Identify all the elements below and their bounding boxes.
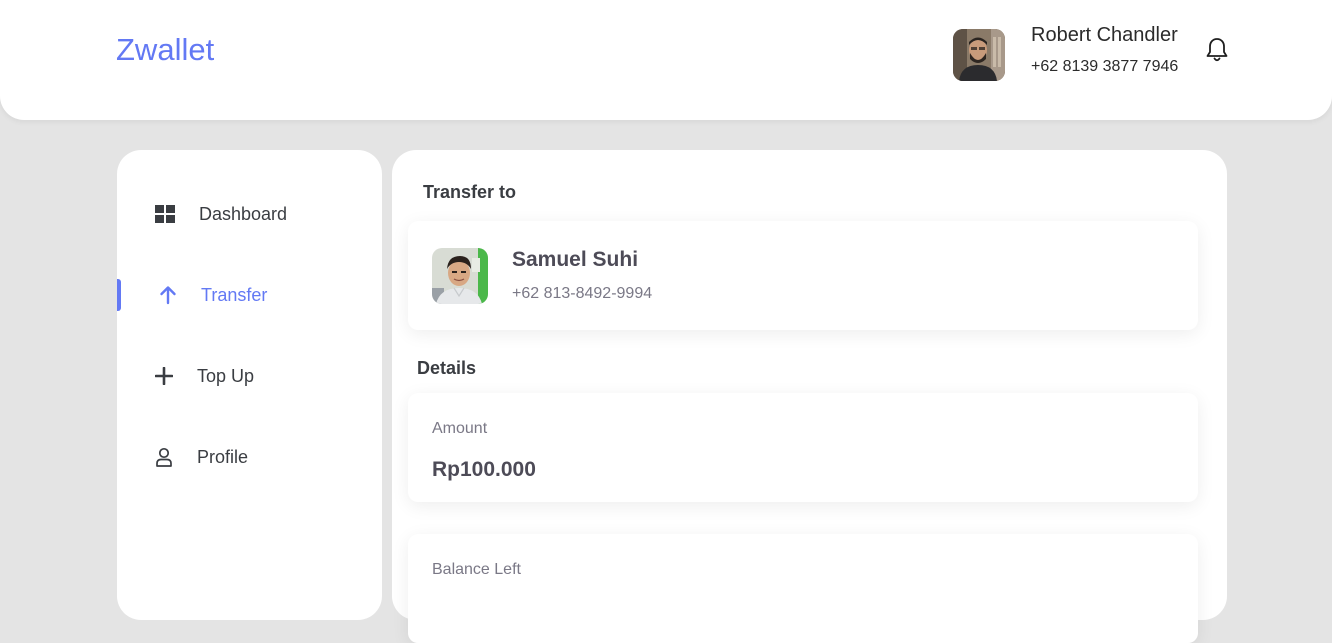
recipient-avatar-image	[432, 248, 488, 304]
plus-icon	[152, 364, 176, 388]
sidebar-item-label: Dashboard	[199, 203, 288, 224]
arrow-up-icon	[156, 283, 180, 307]
sidebar-item-profile[interactable]: Profile	[117, 437, 382, 477]
user-avatar[interactable]	[953, 29, 1005, 81]
balance-left-label: Balance Left	[432, 561, 521, 578]
sidebar-item-label: Top Up	[197, 365, 255, 386]
user-name: Robert Chandler	[1031, 24, 1178, 46]
active-indicator	[117, 279, 121, 311]
amount-label: Amount	[432, 420, 488, 437]
recipient-avatar	[432, 248, 488, 304]
dashboard-grid-icon	[153, 202, 177, 226]
amount-card: Amount Rp100.000	[408, 393, 1198, 502]
sidebar-item-label: Transfer	[201, 284, 268, 305]
bell-icon[interactable]	[1204, 36, 1230, 64]
details-heading: Details	[417, 358, 477, 378]
sidebar-item-label: Profile	[197, 446, 249, 467]
top-header: Zwallet Robert Chandler +62 8139 3877 79…	[0, 0, 1332, 120]
brand-logo[interactable]: Zwallet	[116, 32, 214, 68]
sidebar-item-dashboard[interactable]: Dashboard	[117, 194, 382, 234]
user-icon	[152, 445, 176, 469]
user-avatar-image	[953, 29, 1005, 81]
sidebar-item-top-up[interactable]: Top Up	[117, 356, 382, 396]
sidebar: Dashboard Transfer Top Up Profile	[117, 150, 382, 620]
user-phone: +62 8139 3877 7946	[1031, 58, 1179, 75]
balance-left-card: Balance Left	[408, 534, 1198, 643]
transfer-panel: Transfer to Samuel Suhi +62 813-8492-999…	[392, 150, 1227, 643]
transfer-to-heading: Transfer to	[423, 182, 517, 202]
sidebar-item-transfer[interactable]: Transfer	[117, 275, 382, 315]
recipient-phone: +62 813-8492-9994	[512, 285, 653, 302]
recipient-card[interactable]: Samuel Suhi +62 813-8492-9994	[408, 221, 1198, 330]
amount-value: Rp100.000	[432, 458, 536, 481]
recipient-name: Samuel Suhi	[512, 248, 639, 271]
